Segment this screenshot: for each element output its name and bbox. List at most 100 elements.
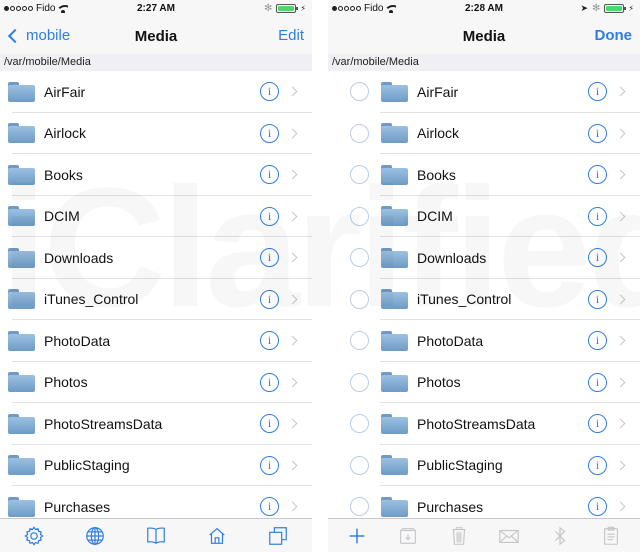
folder-row[interactable]: Downloads i <box>0 237 312 279</box>
chevron-right-icon <box>287 501 298 512</box>
info-button[interactable]: i <box>260 206 279 226</box>
folder-row[interactable]: AirFair i <box>328 71 640 113</box>
folder-icon <box>8 123 35 144</box>
folder-row[interactable]: AirFair i <box>0 71 312 113</box>
info-button[interactable]: i <box>260 248 279 268</box>
folder-row[interactable]: PhotoData i <box>328 320 640 362</box>
info-button[interactable]: i <box>588 455 607 475</box>
chevron-right-icon <box>287 377 298 388</box>
info-button[interactable]: i <box>588 372 607 392</box>
bluetooth-icon: ✻ <box>263 3 273 14</box>
select-checkbox[interactable] <box>350 248 369 268</box>
settings-button[interactable] <box>19 522 49 550</box>
add-button[interactable] <box>342 522 372 550</box>
select-checkbox[interactable] <box>350 289 369 309</box>
home-button[interactable] <box>202 522 232 550</box>
paste-button[interactable] <box>596 522 626 550</box>
select-checkbox[interactable] <box>350 455 369 475</box>
battery-icon <box>604 4 627 13</box>
folder-row[interactable]: Airlock i <box>0 113 312 155</box>
info-button[interactable]: i <box>588 82 607 102</box>
folder-row[interactable]: PhotoData i <box>0 320 312 362</box>
folder-row[interactable]: PublicStaging i <box>0 445 312 487</box>
bottom-toolbar <box>0 518 312 552</box>
delete-button[interactable] <box>444 522 474 550</box>
edit-button[interactable]: Edit <box>278 27 304 44</box>
back-button[interactable]: mobile <box>6 27 70 44</box>
folder-name: PhotoData <box>417 332 484 349</box>
info-button[interactable]: i <box>588 331 607 351</box>
folder-row[interactable]: Books i <box>0 154 312 196</box>
folder-icon <box>381 413 408 434</box>
bookmarks-button[interactable] <box>141 522 171 550</box>
bluetooth-share-button[interactable] <box>545 522 575 550</box>
info-button[interactable]: i <box>260 289 279 309</box>
folder-icon <box>8 289 35 310</box>
folder-icon <box>8 206 35 227</box>
info-button[interactable]: i <box>260 455 279 475</box>
archive-button[interactable] <box>393 522 423 550</box>
info-button[interactable]: i <box>588 123 607 143</box>
windows-button[interactable] <box>263 522 293 550</box>
browser-button[interactable] <box>80 522 110 550</box>
chevron-right-icon <box>615 86 626 97</box>
info-button[interactable]: i <box>588 206 607 226</box>
select-checkbox[interactable] <box>350 331 369 351</box>
status-bar: Fido 2:28 AM ➤ ✻ ⚡ <box>328 0 640 18</box>
select-checkbox[interactable] <box>350 497 369 517</box>
info-button[interactable]: i <box>588 497 607 517</box>
chevron-right-icon <box>287 128 298 139</box>
trash-icon <box>452 526 466 545</box>
folder-row[interactable]: DCIM i <box>328 196 640 238</box>
select-checkbox[interactable] <box>350 206 369 226</box>
folder-row[interactable]: Books i <box>328 154 640 196</box>
select-checkbox[interactable] <box>350 123 369 143</box>
info-button[interactable]: i <box>588 289 607 309</box>
select-checkbox[interactable] <box>350 165 369 185</box>
done-button[interactable]: Done <box>595 27 633 44</box>
folder-name: PhotoData <box>44 332 111 349</box>
path-bar: /var/mobile/Media <box>328 54 640 71</box>
folder-row[interactable]: Photos i <box>328 362 640 404</box>
folder-name: Downloads <box>44 249 114 266</box>
folder-row[interactable]: DCIM i <box>0 196 312 238</box>
status-indicators: ➤ ✻ ⚡ <box>580 3 634 14</box>
folder-row[interactable]: Photos i <box>0 362 312 404</box>
folder-row[interactable]: PhotoStreamsData i <box>328 403 640 445</box>
info-button[interactable]: i <box>260 331 279 351</box>
info-button[interactable]: i <box>260 497 279 517</box>
folder-name: AirFair <box>44 83 86 100</box>
info-button[interactable]: i <box>260 123 279 143</box>
select-checkbox[interactable] <box>350 372 369 392</box>
folder-row[interactable]: iTunes_Control i <box>328 279 640 321</box>
folder-icon <box>8 496 35 517</box>
info-button[interactable]: i <box>588 165 607 185</box>
chevron-right-icon <box>287 211 298 222</box>
info-button[interactable]: i <box>260 82 279 102</box>
chevron-right-icon <box>615 501 626 512</box>
folder-icon <box>8 455 35 476</box>
select-checkbox[interactable] <box>350 414 369 434</box>
email-button[interactable] <box>494 522 524 550</box>
folder-name: Airlock <box>44 125 87 142</box>
folder-row[interactable]: PublicStaging i <box>328 445 640 487</box>
info-button[interactable]: i <box>588 248 607 268</box>
select-checkbox[interactable] <box>350 82 369 102</box>
folder-row[interactable]: Airlock i <box>328 113 640 155</box>
chevron-right-icon <box>615 128 626 139</box>
info-button[interactable]: i <box>260 165 279 185</box>
folder-row[interactable]: Purchases i <box>0 486 312 518</box>
info-button[interactable]: i <box>260 372 279 392</box>
folder-row[interactable]: Downloads i <box>328 237 640 279</box>
folder-row[interactable]: Purchases i <box>328 486 640 518</box>
folder-name: DCIM <box>44 208 80 225</box>
chevron-right-icon <box>287 252 298 263</box>
info-button[interactable]: i <box>588 414 607 434</box>
info-button[interactable]: i <box>260 414 279 434</box>
back-label: mobile <box>26 27 71 44</box>
nav-bar: Media Done <box>328 18 640 54</box>
battery-icon <box>276 4 299 13</box>
folder-row[interactable]: iTunes_Control i <box>0 279 312 321</box>
folder-row[interactable]: PhotoStreamsData i <box>0 403 312 445</box>
folder-icon <box>381 123 408 144</box>
